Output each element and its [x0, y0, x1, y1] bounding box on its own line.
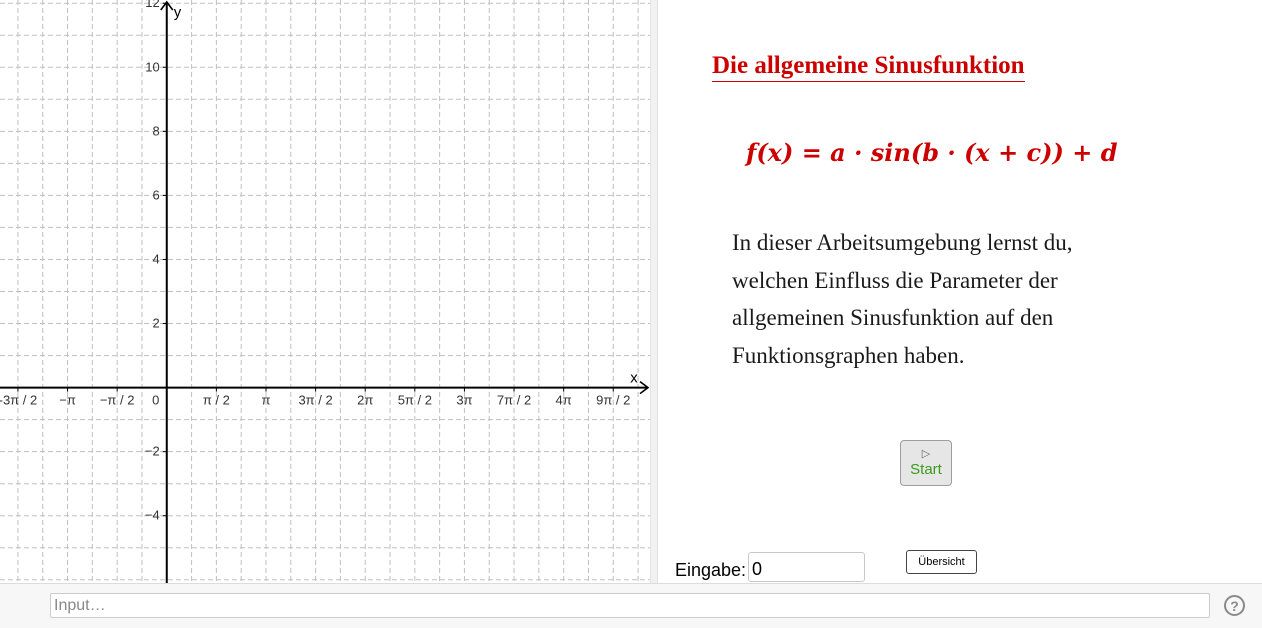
algebra-input[interactable]: [50, 593, 1210, 618]
description-line: welchen Einfluss die Parameter der: [732, 267, 1058, 293]
x-tick-label: 5π / 2: [398, 393, 432, 408]
x-tick-label: −π / 2: [100, 393, 135, 408]
page-title: Die allgemeine Sinusfunktion: [712, 52, 1025, 82]
start-button-label: Start: [910, 460, 942, 478]
description-line: allgemeinen Sinusfunktion auf den: [732, 305, 1054, 330]
y-tick-label: 10: [145, 59, 159, 74]
description-text: In dieser Arbeitsumgebung lernst du, wel…: [732, 224, 1072, 374]
overview-button[interactable]: Übersicht: [906, 550, 977, 574]
panel-divider[interactable]: [650, 0, 658, 583]
help-icon[interactable]: ?: [1224, 595, 1245, 616]
y-tick-label: 6: [153, 187, 160, 202]
y-tick-label: 2: [153, 316, 160, 331]
eingabe-input[interactable]: [748, 552, 865, 582]
x-tick-label: 7π / 2: [497, 393, 531, 408]
x-tick-label: π: [261, 393, 270, 408]
y-tick-label: −4: [145, 508, 160, 523]
eingabe-label: Eingabe:: [675, 560, 747, 580]
x-tick-label: -3π / 2: [0, 393, 37, 408]
y-tick-label: 4: [153, 251, 160, 266]
y-tick-label: −2: [145, 444, 160, 459]
description-line: Funktionsgraphen haben.: [732, 342, 965, 368]
function-formula: f(x) = a · sin(b · (x + c)) + d: [746, 138, 1118, 167]
y-tick-label: 8: [153, 123, 160, 138]
description-line: In dieser Arbeitsumgebung lernst du,: [732, 230, 1073, 255]
x-tick-label: π / 2: [203, 393, 230, 408]
x-tick-label: 2π: [357, 393, 373, 408]
x-tick-label: 4π: [556, 393, 572, 408]
y-axis-label: y: [174, 4, 182, 21]
x-tick-label: 9π / 2: [596, 393, 630, 408]
graphics-view[interactable]: x y -3π / 2 −π −π / 2 π / 2 π 3π / 2 2π 5π / 2 3π 7…: [0, 0, 650, 583]
y-tick-label: 12: [145, 0, 159, 10]
text-panel: Die allgemeine Sinusfunktion f(x) = a · …: [658, 0, 1262, 583]
x-tick-label: 3π: [456, 393, 472, 408]
algebra-input-bar: ?: [0, 583, 1262, 628]
x-tick-label: −π: [59, 393, 76, 408]
x-tick-label: 3π / 2: [298, 393, 332, 408]
start-button[interactable]: ▷ Start: [900, 440, 952, 486]
play-icon: ▷: [921, 447, 931, 460]
origin-label: 0: [152, 393, 159, 408]
x-axis-label: x: [630, 370, 638, 387]
coordinate-system[interactable]: x y -3π / 2 −π −π / 2 π / 2 π 3π / 2 2π 5π / 2 3π 7…: [0, 0, 650, 583]
